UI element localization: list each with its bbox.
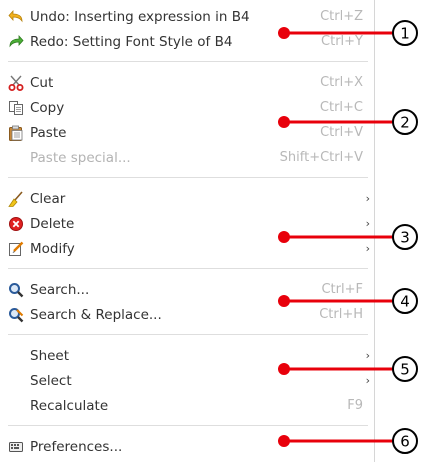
callout-number: 1 <box>400 25 410 43</box>
callout-overlay: 1 2 3 4 5 6 <box>278 20 418 454</box>
callout-3: 3 <box>278 224 418 250</box>
callout-number: 3 <box>400 229 410 247</box>
callout-number: 5 <box>400 361 410 379</box>
screenshot-canvas: Undo: Inserting expression in B4 Ctrl+Z … <box>0 0 424 462</box>
callout-number: 2 <box>400 114 410 132</box>
callout-6: 6 <box>278 428 418 454</box>
callout-5: 5 <box>278 356 418 382</box>
callout-1: 1 <box>278 20 418 46</box>
callout-4: 4 <box>278 288 418 314</box>
callout-number: 6 <box>400 433 410 451</box>
callout-number: 4 <box>400 293 410 311</box>
callout-2: 2 <box>278 109 418 135</box>
